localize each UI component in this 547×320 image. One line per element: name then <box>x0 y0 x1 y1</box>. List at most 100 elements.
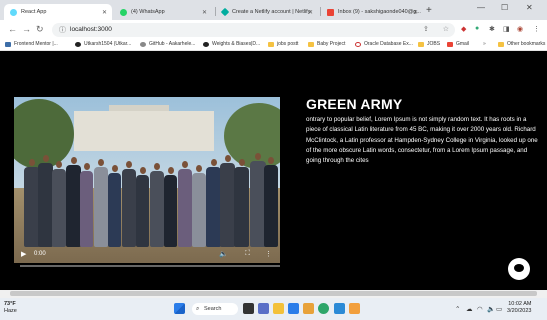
weather-temp: 73°F <box>4 301 16 307</box>
github-icon <box>140 41 146 47</box>
close-tab-icon[interactable]: ✕ <box>308 9 313 16</box>
bookmark-item[interactable]: GitHub - Aakarhele... <box>140 41 195 47</box>
chrome-icon[interactable] <box>318 303 329 314</box>
task-view-icon[interactable] <box>243 303 254 314</box>
person-head <box>70 157 77 164</box>
url-text[interactable]: localhost:3000 <box>70 26 112 33</box>
bookmark-item[interactable]: Other bookmarks <box>498 41 545 47</box>
person-figure <box>66 165 81 247</box>
volume-icon[interactable]: 🔈 <box>487 305 495 313</box>
battery-icon[interactable]: ▭ <box>496 305 502 313</box>
person-figure <box>234 167 249 247</box>
bookmark-item[interactable]: Baby Project <box>308 41 345 47</box>
person-head <box>56 161 62 168</box>
more-icon[interactable]: ⋮ <box>265 250 272 258</box>
sidebar-icon[interactable]: ◨ <box>503 25 510 33</box>
bookmark-star-icon[interactable]: ☆ <box>443 25 449 33</box>
tab-netlify[interactable]: Create a Netlify account | Netlify ✕ <box>216 4 318 20</box>
chat-icon[interactable] <box>508 258 530 280</box>
volume-icon[interactable]: 🔈 <box>219 250 228 258</box>
weather-widget[interactable]: 73°F Haze <box>4 301 17 315</box>
file-explorer-icon[interactable] <box>273 303 284 314</box>
teams-icon[interactable] <box>258 303 269 314</box>
person-figure <box>94 167 108 247</box>
bookmark-item[interactable]: Weights & Biases|D... <box>203 41 260 47</box>
tab-whatsapp[interactable]: (4) WhatsApp ✕ <box>114 4 212 20</box>
clock-time: 10:02 AM <box>508 301 532 307</box>
bookmark-label: Weights & Biases|D... <box>212 41 261 47</box>
search-icon: ⌕ <box>196 306 200 312</box>
folder-icon[interactable] <box>303 303 314 314</box>
close-tab-icon[interactable]: ✕ <box>202 9 207 16</box>
person-figure <box>150 171 164 247</box>
person-head <box>224 155 231 162</box>
person-figure <box>220 163 235 247</box>
extension-icon[interactable]: ◆ <box>461 25 466 33</box>
horizontal-scrollbar[interactable] <box>0 290 547 298</box>
play-icon[interactable]: ▶ <box>21 250 26 258</box>
puzzle-icon[interactable]: ✱ <box>489 25 495 33</box>
maximize-button[interactable]: ☐ <box>501 3 508 12</box>
tab-gmail[interactable]: Inbox (9) - sakshigaonde040@g... ✕ <box>321 4 423 20</box>
close-tab-icon[interactable]: ✕ <box>102 9 107 16</box>
onedrive-icon[interactable]: ☁ <box>466 305 473 313</box>
kebab-menu-icon[interactable]: ⋮ <box>533 25 540 33</box>
bookmark-item[interactable]: Utkarsh1504 (Utkar... <box>75 41 131 47</box>
bookmark-item[interactable]: jobs postt <box>268 41 298 47</box>
person-figure <box>206 167 221 247</box>
netlify-icon <box>220 7 230 17</box>
extension-icon[interactable]: ● <box>475 25 479 32</box>
chevron-up-icon[interactable]: ⌃ <box>455 305 460 313</box>
person-head <box>154 163 160 170</box>
person-figure <box>136 175 149 247</box>
minimize-button[interactable]: — <box>477 3 485 12</box>
wifi-icon[interactable]: ◠ <box>477 305 483 313</box>
whatsapp-icon <box>120 8 127 16</box>
person-head <box>139 167 146 174</box>
address-bar[interactable]: ⓘ localhost:3000 ☆ <box>52 23 455 37</box>
folder-icon <box>268 41 274 47</box>
reload-icon[interactable]: ↻ <box>36 24 44 35</box>
close-window-button[interactable]: ✕ <box>526 3 533 12</box>
person-figure <box>108 173 121 247</box>
forward-icon[interactable]: → <box>22 24 31 34</box>
tab-label: Inbox (9) - sakshigaonde040@g... <box>338 9 421 15</box>
close-tab-icon[interactable]: ✕ <box>413 9 418 16</box>
windows-taskbar: 73°F Haze ⌕ Search ⌃ ☁ ◠ 🔈 ▭ 10:02 AM 3/… <box>0 298 547 320</box>
tab-label: Create a Netlify account | Netlify <box>232 9 311 15</box>
person-figure <box>264 165 278 247</box>
fullscreen-icon[interactable]: ⛶ <box>245 250 250 258</box>
tab-label: (4) WhatsApp <box>131 9 165 15</box>
person-head <box>111 165 118 172</box>
video-controls: ▶ 0:00 🔈 ⛶ ⋮ <box>14 247 280 263</box>
scrollbar-thumb[interactable] <box>10 291 537 296</box>
person-head <box>126 161 132 168</box>
browser-tab-strip: React App ✕ (4) WhatsApp ✕ Create a Netl… <box>0 0 547 20</box>
taskbar-search[interactable]: ⌕ Search <box>192 303 238 315</box>
wandb-icon <box>203 41 209 47</box>
store-icon[interactable] <box>288 303 299 314</box>
new-tab-button[interactable]: + <box>426 5 432 16</box>
person-figure <box>122 169 136 247</box>
profile-avatar-icon[interactable]: ◉ <box>517 25 523 33</box>
video-player[interactable]: ▶ 0:00 🔈 ⛶ ⋮ <box>14 97 280 263</box>
bookmark-label: jobs postt <box>277 41 299 47</box>
bookmark-item[interactable]: Oracle Database Ex... <box>355 41 413 47</box>
bookmark-label: Frontend Mentor |... <box>14 41 58 47</box>
windows-start-icon[interactable] <box>174 303 185 314</box>
video-time: 0:00 <box>34 251 46 257</box>
tab-react-app[interactable]: React App ✕ <box>4 4 112 20</box>
bookmark-item[interactable]: Gmail <box>447 41 469 47</box>
back-icon[interactable]: ← <box>8 24 17 34</box>
more-bookmarks-icon[interactable]: » <box>483 41 486 47</box>
vscode-icon[interactable] <box>334 303 345 314</box>
share-icon[interactable]: ⇪ <box>423 25 429 33</box>
search-label: Search <box>204 306 222 312</box>
bookmark-item[interactable]: JOBS <box>418 41 440 47</box>
info-icon[interactable]: ⓘ <box>59 25 66 35</box>
person-figure <box>192 173 206 247</box>
app-icon[interactable] <box>349 303 360 314</box>
bookmark-item[interactable]: Frontend Mentor |... <box>5 41 58 47</box>
taskbar-clock[interactable]: 10:02 AM 3/20/2023 <box>507 301 531 315</box>
video-progress-bar[interactable] <box>20 265 280 267</box>
